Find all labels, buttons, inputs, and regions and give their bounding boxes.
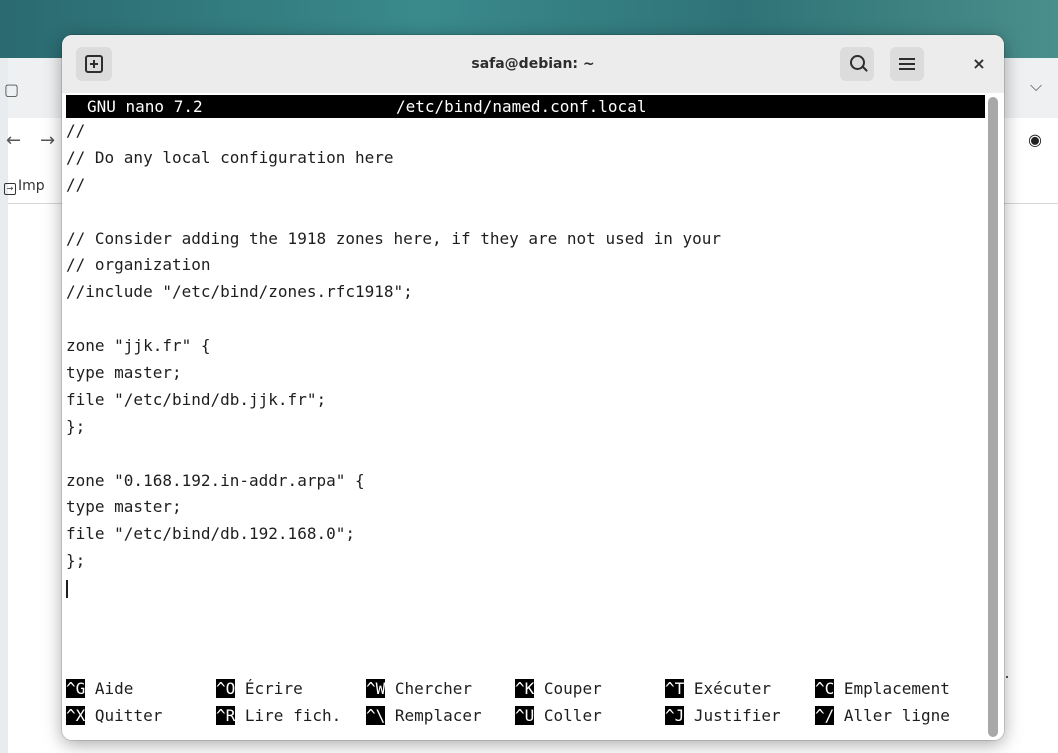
nano-title-bar: GNU nano 7.2 /etc/bind/named.conf.local [66, 95, 985, 118]
editor-line[interactable]: // Do any local configuration here [66, 145, 985, 172]
shortcut-key: ^R [216, 706, 236, 725]
shortcut-item[interactable]: ^X Quitter [66, 702, 162, 729]
shortcut-item[interactable]: ^T Exécuter [665, 675, 771, 702]
new-tab-button[interactable] [76, 47, 112, 81]
browser-chevron-down-icon[interactable]: ⌵ [1030, 78, 1042, 94]
search-button[interactable] [840, 47, 874, 81]
editor-line[interactable] [66, 441, 985, 468]
shortcut-item[interactable]: ^C Emplacement [815, 675, 950, 702]
scrollbar-thumb[interactable] [988, 97, 998, 737]
shortcut-key: ^G [66, 679, 86, 698]
shortcut-key: ^\ [366, 706, 386, 725]
shortcut-item[interactable]: ^O Écrire [216, 675, 303, 702]
shortcut-row: ^X Quitter ^R Lire fich. ^\ Remplacer ^U Co… [66, 702, 985, 729]
shortcut-item[interactable]: ^/ Aller ligne [815, 702, 950, 729]
editor-line[interactable]: // [66, 172, 985, 199]
editor-line[interactable]: zone "0.168.192.in-addr.arpa" { [66, 468, 985, 495]
shortcut-item[interactable]: ^J Justifier [665, 702, 781, 729]
editor-line[interactable] [66, 199, 985, 226]
shortcut-label: Emplacement [843, 679, 950, 698]
editor-line[interactable] [66, 306, 985, 333]
browser-forward-icon[interactable]: → [40, 132, 55, 150]
shortcut-key: ^J [665, 706, 685, 725]
shortcut-label: Chercher [394, 679, 472, 698]
editor-line[interactable]: type master; [66, 360, 985, 387]
hamburger-menu-icon [899, 58, 915, 70]
shortcut-key: ^T [665, 679, 685, 698]
shortcut-label: Exécuter [693, 679, 771, 698]
shortcut-key: ^/ [815, 706, 835, 725]
shortcut-key: ^X [66, 706, 86, 725]
shortcut-item[interactable]: ^U Coller [515, 702, 602, 729]
editor-line[interactable]: type master; [66, 494, 985, 521]
shortcut-key: ^K [515, 679, 535, 698]
browser-bookmark-label: Imp [18, 178, 45, 194]
shortcut-label: Couper [543, 679, 602, 698]
editor-text-area[interactable]: //// Do any local configuration here// //… [66, 118, 985, 602]
editor-line[interactable]: // [66, 118, 985, 145]
shortcut-item[interactable]: ^G Aide [66, 675, 133, 702]
editor-line[interactable]: zone "jjk.fr" { [66, 333, 985, 360]
nano-filename: /etc/bind/named.conf.local [396, 97, 647, 116]
nano-version-label: GNU nano 7.2 [87, 97, 203, 116]
shortcut-label: Remplacer [394, 706, 482, 725]
close-button[interactable]: × [962, 47, 996, 81]
editor-line[interactable]: file "/etc/bind/db.jjk.fr"; [66, 387, 985, 414]
browser-account-icon[interactable]: ◉ [1028, 132, 1042, 148]
shortcut-key: ^U [515, 706, 535, 725]
shortcut-item[interactable]: ^K Couper [515, 675, 602, 702]
browser-bookmark-item[interactable]: → Imp [4, 178, 45, 195]
search-icon [849, 54, 865, 70]
shortcut-label: Aller ligne [843, 706, 950, 725]
shortcut-item[interactable]: ^W Chercher [366, 675, 472, 702]
shortcut-label: Écrire [244, 679, 303, 698]
browser-back-icon[interactable]: ← [6, 132, 21, 150]
menu-button[interactable] [890, 47, 924, 81]
shortcut-label: Justifier [693, 706, 781, 725]
editor-line[interactable]: }; [66, 548, 985, 575]
editor-line[interactable]: // organization [66, 252, 985, 279]
shortcut-key: ^O [216, 679, 236, 698]
terminal-header-bar: safa@debian: ~ × [62, 35, 1004, 94]
shortcut-label: Quitter [94, 706, 163, 725]
background-dot [1006, 676, 1008, 678]
shortcut-label: Aide [94, 679, 134, 698]
terminal-content[interactable]: GNU nano 7.2 /etc/bind/named.conf.local … [62, 93, 1004, 740]
nano-shortcut-bar: ^G Aide ^O Écrire ^W Chercher ^K Couper ^T E… [66, 675, 985, 729]
shortcut-label: Lire fich. [244, 706, 342, 725]
text-cursor [66, 579, 68, 598]
new-tab-icon [85, 55, 103, 73]
editor-line[interactable]: file "/etc/bind/db.192.168.0"; [66, 521, 985, 548]
editor-line[interactable]: //include "/etc/bind/zones.rfc1918"; [66, 279, 985, 306]
editor-line[interactable]: // Consider adding the 1918 zones here, … [66, 226, 985, 253]
import-icon: → [4, 183, 16, 195]
browser-tab-icon[interactable]: ▢ [4, 82, 19, 98]
editor-line[interactable]: }; [66, 414, 985, 441]
shortcut-item[interactable]: ^\ Remplacer [366, 702, 482, 729]
shortcut-key: ^W [366, 679, 386, 698]
shortcut-item[interactable]: ^R Lire fich. [216, 702, 341, 729]
editor-cursor-line[interactable] [66, 575, 985, 602]
shortcut-label: Coller [543, 706, 602, 725]
terminal-window: safa@debian: ~ × GNU nano 7.2 /etc/bind/… [62, 35, 1004, 740]
shortcut-key: ^C [815, 679, 835, 698]
shortcut-row: ^G Aide ^O Écrire ^W Chercher ^K Couper ^T E… [66, 675, 985, 702]
